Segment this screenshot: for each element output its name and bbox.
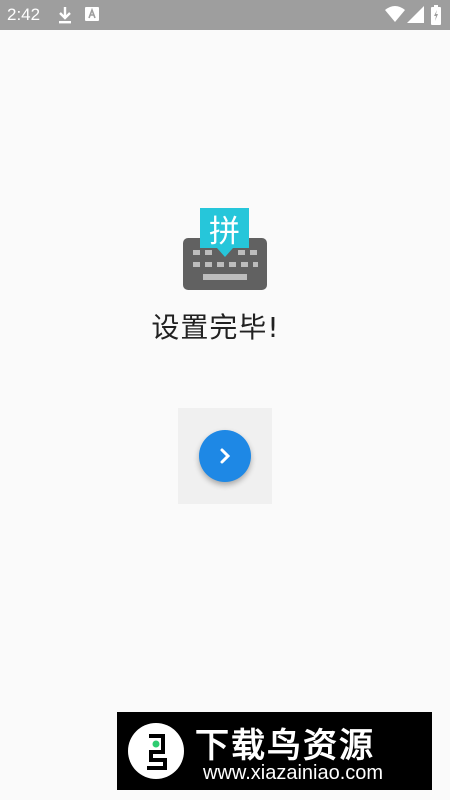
watermark-bird-logo [128,723,184,779]
download-icon [59,7,71,24]
cellular-icon [407,6,424,23]
next-button[interactable] [199,430,251,482]
battery-icon [431,5,441,25]
keyboard-pinyin-icon: 拼 [183,208,267,290]
status-time: 2:42 [7,5,41,24]
watermark-banner: 下载鸟资源 www.xiazainiao.com [117,712,432,790]
notification-icon [85,7,99,21]
bubble-glyph: 拼 [209,214,240,250]
watermark-title: 下载鸟资源 [195,726,375,766]
watermark-url: www.xiazainiao.com [203,762,384,784]
setup-complete-title: 设置完毕! [151,311,280,344]
status-bar: 2:42 [0,0,450,30]
wifi-icon [385,6,405,22]
chevron-right-icon [220,448,231,464]
